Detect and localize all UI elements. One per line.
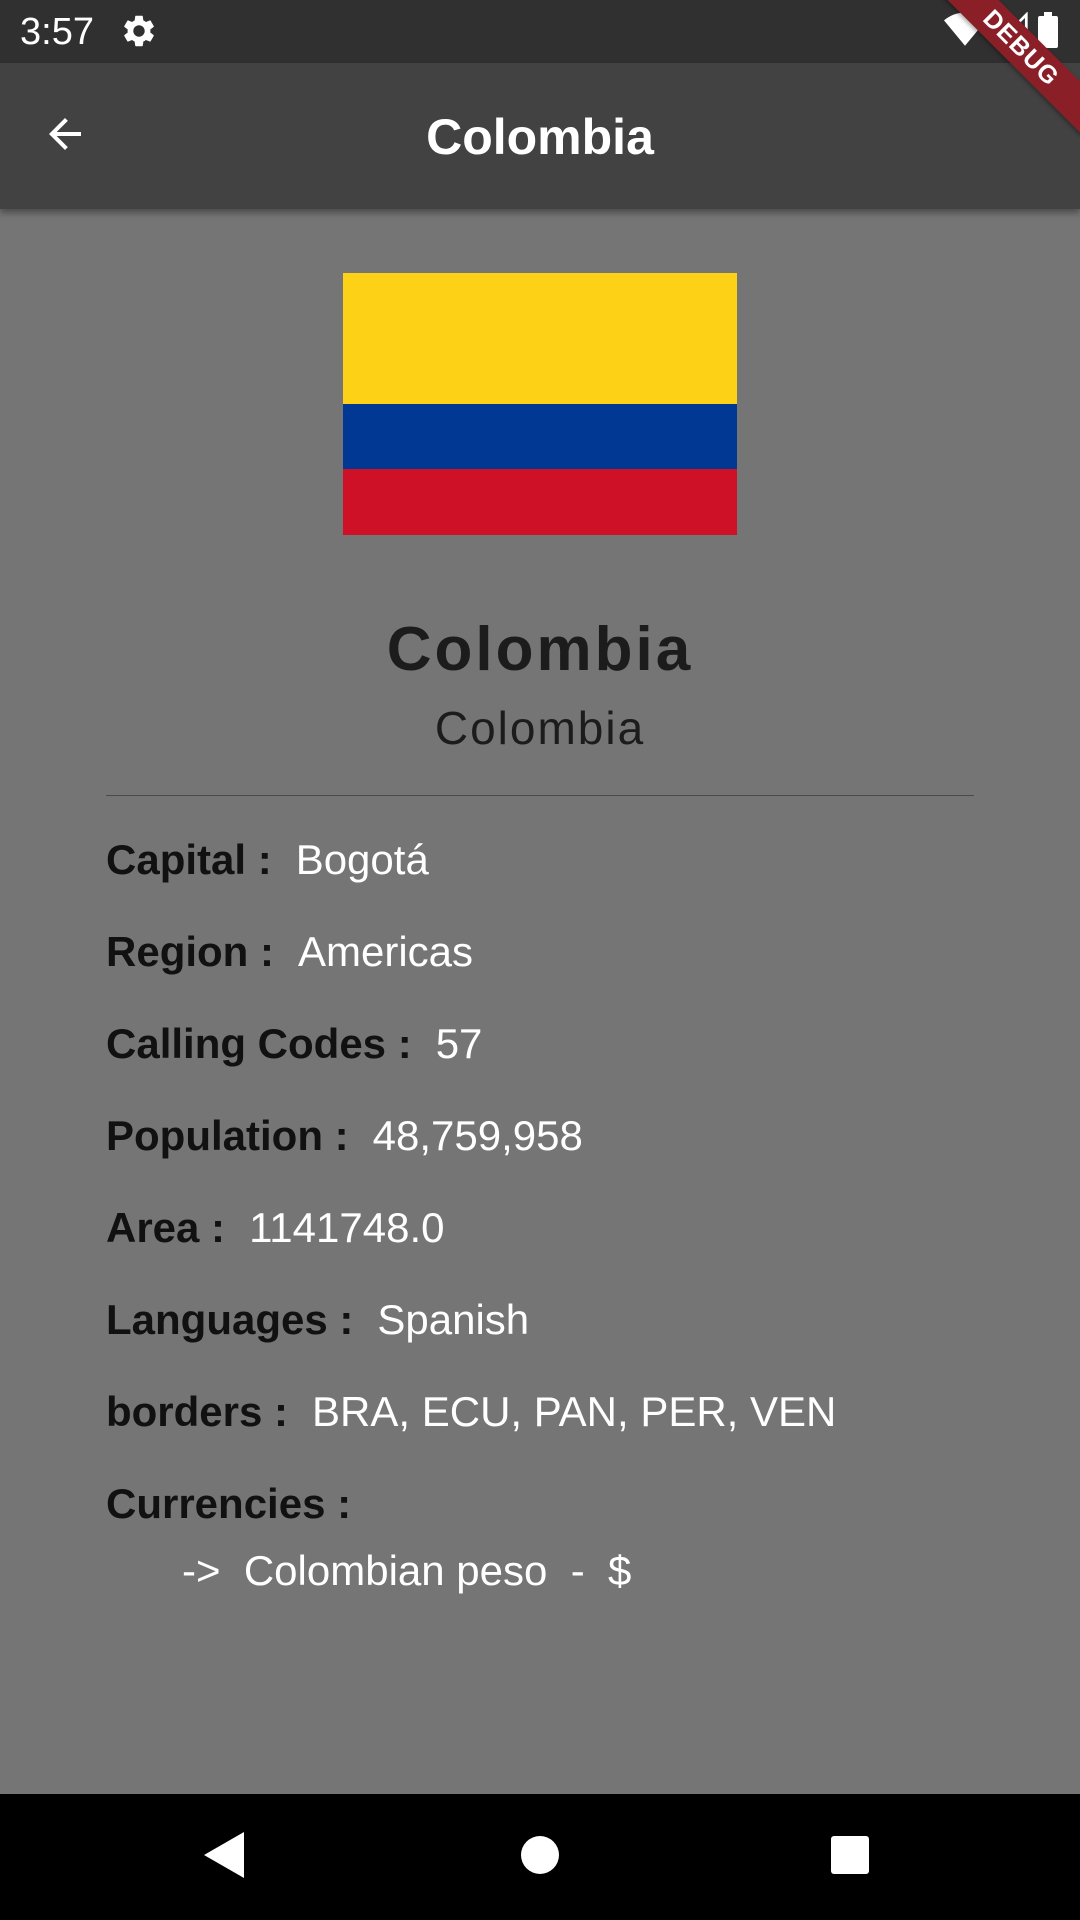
currencies-row: Currencies : [106,1476,351,1532]
signal-icon [992,11,1028,48]
colombia-flag-image [343,273,737,535]
nav-home-icon [520,1835,560,1880]
flag-stripe-yellow [343,273,737,404]
languages-label: Languages : [106,1296,354,1343]
system-nav-bar [0,1794,1080,1920]
status-bar: 3:57 [0,0,1080,63]
nav-recents-button[interactable] [815,1822,885,1892]
nav-back-icon [204,1831,246,1883]
country-name: Colombia [386,615,694,684]
area-row: Area : 1141748.0 [106,1200,444,1256]
languages-value: Spanish [377,1296,530,1343]
nav-back-button[interactable] [190,1822,260,1892]
currency-item: -> Colombian peso - $ [182,1547,632,1594]
app-bar: Colombia [0,63,1080,209]
flag-stripe-blue [343,404,737,469]
gear-icon [120,12,158,50]
page-title: Colombia [426,109,654,165]
population-value: 48,759,958 [372,1112,583,1159]
region-row: Region : Americas [106,924,473,980]
languages-row: Languages : Spanish [106,1292,529,1348]
area-label: Area : [106,1204,226,1251]
currencies-label: Currencies : [106,1480,352,1527]
population-row: Population : 48,759,958 [106,1108,583,1164]
native-name: Colombia [434,702,646,754]
calling-codes-label: Calling Codes : [106,1020,412,1067]
nav-recents-icon [830,1835,870,1880]
capital-label: Capital : [106,836,272,883]
borders-row: borders : BRA, ECU, PAN, PER, VEN [106,1384,836,1440]
capital-value: Bogotá [295,836,429,883]
capital-row: Capital : Bogotá [106,832,429,888]
calling-codes-value: 57 [435,1020,483,1067]
wifi-icon [944,12,986,48]
nav-home-button[interactable] [505,1822,575,1892]
region-label: Region : [106,928,274,975]
area-value: 1141748.0 [249,1204,445,1251]
status-time: 3:57 [20,11,94,53]
borders-value: BRA, ECU, PAN, PER, VEN [312,1388,837,1435]
divider [106,795,974,796]
flag-stripe-red [343,469,737,535]
region-value: Americas [297,928,474,975]
battery-icon [1038,12,1058,48]
calling-codes-row: Calling Codes : 57 [106,1016,482,1072]
borders-label: borders : [106,1388,289,1435]
population-label: Population : [106,1112,349,1159]
